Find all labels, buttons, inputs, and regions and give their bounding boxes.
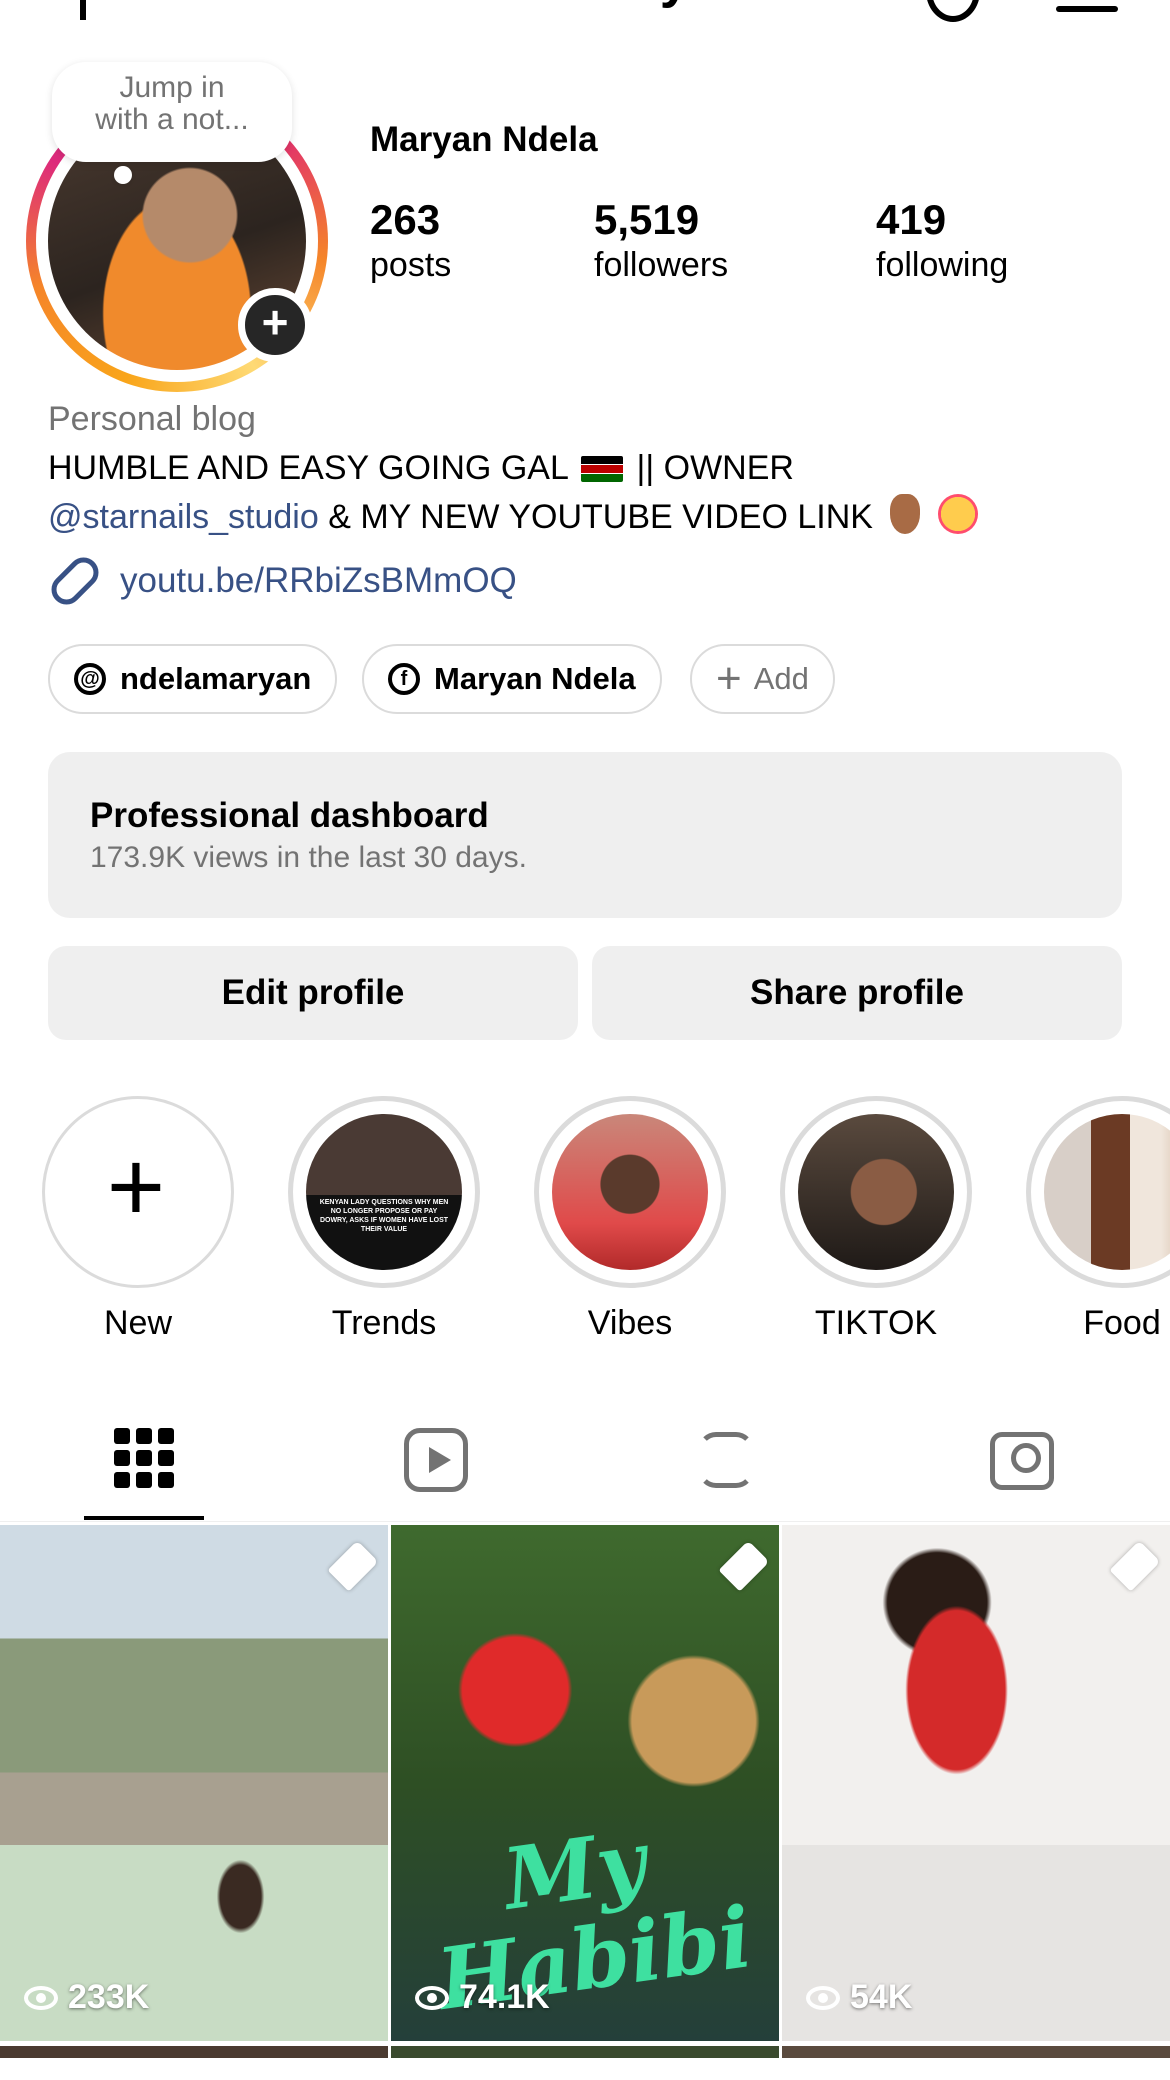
- threads-chip[interactable]: @ ndelamaryan: [48, 644, 338, 714]
- post-tile[interactable]: My Habibi 74.1K: [391, 1525, 779, 2041]
- menu-icon[interactable]: [1056, 6, 1118, 12]
- highlight-cover: [552, 1114, 708, 1270]
- top-header: ndelamaryan: [0, 0, 1170, 40]
- repost-icon: [698, 1432, 754, 1488]
- view-count: 74.1K: [415, 1978, 550, 2017]
- tagged-person-icon: [990, 1432, 1054, 1490]
- next-row-preview: [0, 2046, 1170, 2080]
- highlight-vibes[interactable]: Vibes: [534, 1096, 726, 1344]
- view-count: 54K: [806, 1978, 912, 2017]
- bio-line-2: @starnails_studio & MY NEW YOUTUBE VIDEO…: [48, 494, 978, 539]
- plus-icon: +: [716, 654, 742, 703]
- tab-reels[interactable]: [396, 1420, 476, 1500]
- share-profile-button[interactable]: Share profile: [592, 946, 1122, 1040]
- view-count: 233K: [24, 1978, 149, 2017]
- add-link-chip[interactable]: + Add: [690, 644, 835, 714]
- eye-icon: [806, 1985, 840, 2010]
- active-tab-indicator: [84, 1516, 204, 1520]
- facebook-logo-icon: f: [388, 663, 420, 695]
- note-text: Jump in with a not...: [95, 71, 249, 136]
- grid-icon: [106, 1420, 186, 1496]
- profile-username[interactable]: ndelamaryan: [0, 0, 1170, 10]
- highlight-cover: KENYAN LADY QUESTIONS WHY MEN NO LONGER …: [306, 1114, 462, 1270]
- highlight-cover: [798, 1114, 954, 1270]
- dashboard-title: Professional dashboard: [90, 796, 489, 835]
- note-bubble[interactable]: Jump in with a not...: [52, 62, 292, 184]
- highlight-new[interactable]: + New: [42, 1096, 234, 1344]
- eye-icon: [24, 1985, 58, 2010]
- highlight-tiktok[interactable]: TIKTOK: [780, 1096, 972, 1344]
- tab-tagged[interactable]: [982, 1420, 1062, 1500]
- facebook-chip[interactable]: f Maryan Ndela: [362, 644, 662, 714]
- highlight-food[interactable]: Food: [1026, 1096, 1170, 1344]
- link-icon: [45, 551, 105, 611]
- highlight-cover: [1044, 1114, 1170, 1270]
- bio-line-1: HUMBLE AND EASY GOING GAL || OWNER: [48, 449, 794, 487]
- profile-category: Personal blog: [48, 400, 256, 438]
- following-count[interactable]: 419 following: [876, 196, 1008, 286]
- plus-icon: +: [106, 1131, 166, 1243]
- post-tile[interactable]: 233K: [0, 1525, 388, 2041]
- professional-dashboard[interactable]: Professional dashboard 173.9K views in t…: [48, 752, 1122, 918]
- post-tile[interactable]: 54K: [782, 1525, 1170, 2041]
- dashboard-subtitle: 173.9K views in the last 30 days.: [90, 841, 527, 874]
- threads-icon[interactable]: [926, 0, 980, 22]
- eye-icon: [415, 1985, 449, 2010]
- pointing-down-emoji-icon: [890, 494, 921, 534]
- kenya-flag-icon: [581, 456, 624, 482]
- smiling-face-hearts-emoji-icon: [937, 494, 978, 534]
- profile-full-name: Maryan Ndela: [370, 120, 598, 159]
- tab-reposts[interactable]: [686, 1420, 766, 1500]
- add-story-plus-icon[interactable]: +: [238, 288, 312, 362]
- tab-posts-grid[interactable]: [106, 1420, 186, 1500]
- edit-profile-button[interactable]: Edit profile: [48, 946, 578, 1040]
- threads-logo-icon: @: [74, 663, 106, 695]
- posts-count[interactable]: 263 posts: [370, 196, 451, 286]
- followers-count[interactable]: 5,519 followers: [594, 196, 728, 286]
- reels-icon: [404, 1428, 468, 1492]
- bio-external-link[interactable]: youtu.be/RRbiZsBMmOQ: [45, 551, 517, 611]
- highlight-trends[interactable]: KENYAN LADY QUESTIONS WHY MEN NO LONGER …: [288, 1096, 480, 1344]
- bio-mention-link[interactable]: @starnails_studio: [48, 498, 319, 536]
